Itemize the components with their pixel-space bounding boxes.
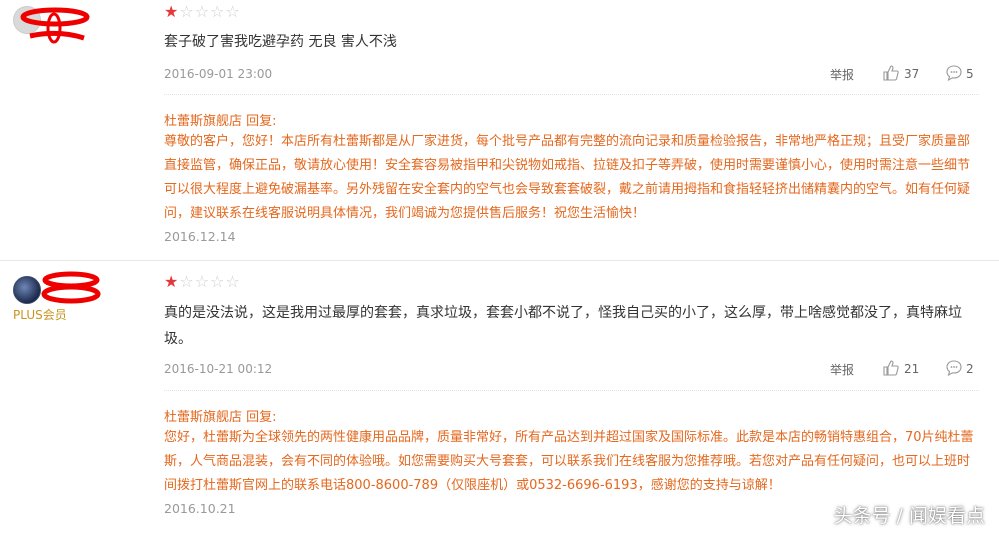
star-empty-icon: ☆ (210, 272, 225, 291)
star-empty-icon: ☆ (194, 272, 210, 291)
rating-stars: ★ ☆ ☆ ☆ ☆ (164, 274, 240, 290)
star-empty-icon: ☆ (225, 2, 240, 21)
seller-reply-header: 杜蕾斯旗舰店 回复: (164, 410, 277, 425)
redaction-scribble (20, 7, 90, 44)
redaction-scribble (41, 271, 101, 304)
like-count: 21 (904, 362, 920, 376)
report-link[interactable]: 举报 (830, 66, 854, 83)
star-empty-icon: ☆ (179, 2, 194, 21)
user-avatar[interactable] (13, 276, 41, 304)
seller-reply-text: 尊敬的客户，您好！本店所有杜蕾斯都是从厂家进货，每个批号产品都有完整的流向记录和… (164, 134, 971, 221)
star-filled-icon: ★ (164, 272, 179, 291)
review-date: 2016-09-01 23:00 (164, 67, 273, 81)
seller-reply-date: 2016.10.21 (164, 501, 236, 516)
review-divider (0, 260, 999, 261)
thumbs-up-icon[interactable] (882, 64, 900, 82)
star-empty-icon: ☆ (194, 2, 210, 21)
review-text: 套子破了害我吃避孕药 无良 害人不浅 (164, 34, 397, 50)
seller-reply-header: 杜蕾斯旗舰店 回复: (164, 114, 277, 129)
star-empty-icon: ☆ (210, 2, 225, 21)
plus-member-label: PLUS会员 (13, 308, 67, 322)
watermark-text: 头条号 / 闻娱看点 (833, 505, 985, 527)
like-count: 37 (904, 67, 920, 81)
comment-icon[interactable] (945, 359, 963, 377)
report-link[interactable]: 举报 (830, 361, 854, 378)
seller-reply-date: 2016.12.14 (164, 229, 236, 244)
star-filled-icon: ★ (164, 2, 179, 21)
seller-reply-text: 您好，杜蕾斯为全球领先的两性健康用品品牌，质量非常好，所有产品达到并超过国家及国… (164, 430, 974, 493)
reply-divider (164, 390, 979, 392)
comment-icon[interactable] (945, 64, 963, 82)
star-empty-icon: ☆ (179, 272, 194, 291)
comment-count: 2 (966, 362, 974, 376)
comment-count: 5 (966, 67, 974, 81)
star-empty-icon: ☆ (225, 272, 240, 291)
reply-divider (164, 94, 979, 96)
rating-stars: ★ ☆ ☆ ☆ ☆ (164, 4, 240, 20)
thumbs-up-icon[interactable] (882, 359, 900, 377)
review-date: 2016-10-21 00:12 (164, 362, 273, 376)
review-text: 真的是没法说，这是我用过最厚的套套，真求垃圾，套套小都不说了，怪我自己买的小了，… (164, 305, 962, 347)
